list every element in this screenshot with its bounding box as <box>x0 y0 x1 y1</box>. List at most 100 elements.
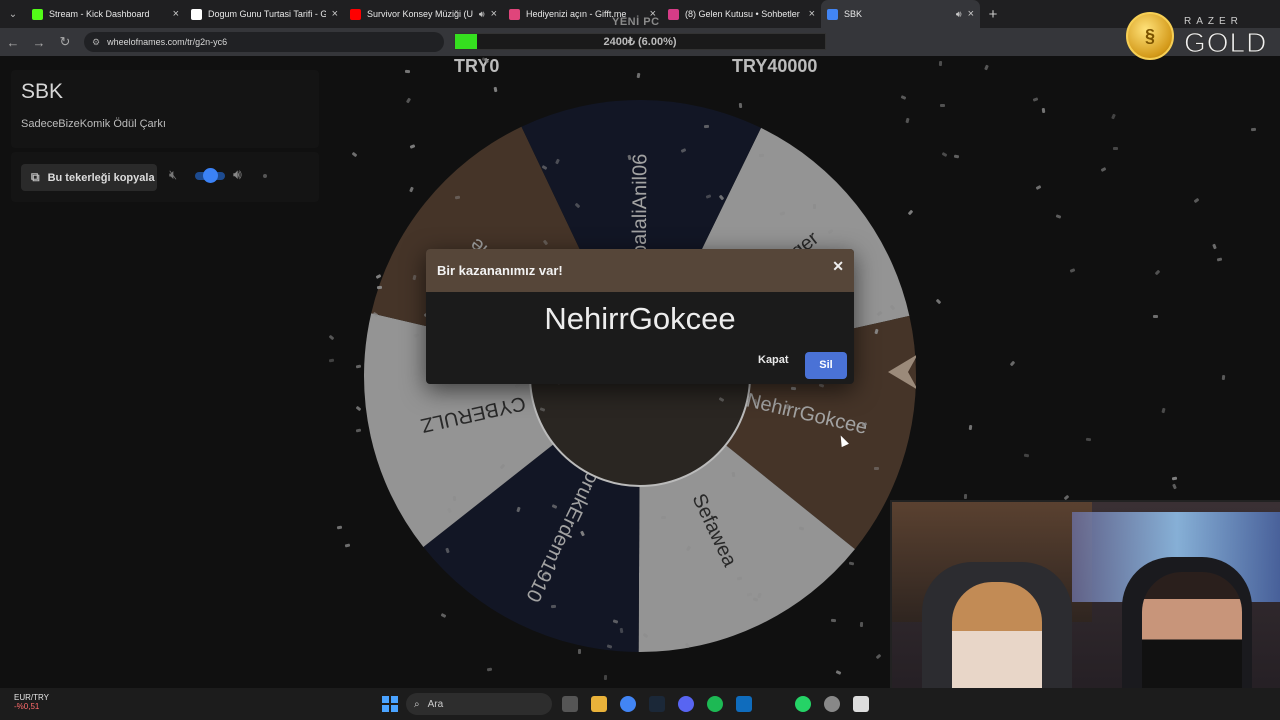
tab-close-icon[interactable]: × <box>968 8 974 20</box>
confetti-particle <box>1171 483 1177 490</box>
windows-start-icon[interactable] <box>382 696 398 712</box>
confetti-particle <box>1032 97 1039 103</box>
confetti-particle <box>356 428 362 433</box>
confetti-particle <box>984 64 990 71</box>
confetti-particle <box>1100 166 1107 172</box>
browser-tab[interactable]: Stream - Kick Dashboard × <box>26 0 185 28</box>
confetti-particle <box>835 669 842 675</box>
currency-widget[interactable]: EUR/TRY -%0,51 <box>14 693 49 711</box>
tab-title: SBK <box>844 9 863 19</box>
tab-favicon-icon <box>32 8 43 20</box>
confetti-particle <box>935 298 941 305</box>
browser-tab[interactable]: Survivor Konsey Müziği (U 🔊︎ × <box>344 0 503 28</box>
confetti-particle <box>1160 408 1166 414</box>
browser-tab[interactable]: SBK 🔊︎ × <box>821 0 980 28</box>
copy-icon: ⧉ <box>31 170 40 184</box>
razer-coin-icon: § <box>1126 12 1174 60</box>
confetti-particle <box>661 515 667 520</box>
goal-progress-bar: 2400₺ (6.00%) <box>454 33 826 50</box>
confetti-particle <box>637 72 641 79</box>
confetti-particle <box>875 653 882 660</box>
winner-dialog-header: Bir kazananımız var! <box>426 249 854 292</box>
browser-tab[interactable]: Dogum Gunu Turtasi Tarifi - Git × <box>185 0 344 28</box>
winner-dialog-title: Bir kazananımız var! <box>437 263 563 278</box>
copy-wheel-label: Bu tekerleği kopyala <box>47 171 155 184</box>
tab-close-icon[interactable]: × <box>332 8 338 20</box>
outlook-icon[interactable] <box>736 696 752 712</box>
tab-close-icon[interactable]: × <box>809 8 815 20</box>
tab-title: Survivor Konsey Müziği (U <box>367 9 473 19</box>
confetti-particle <box>736 576 743 581</box>
confetti-particle <box>813 203 817 209</box>
confetti-particle <box>1222 374 1226 381</box>
confetti-particle <box>1055 214 1061 220</box>
wheel-info-card: SBK SadeceBizeKomik Ödül Çarkı <box>11 70 319 148</box>
tab-audio-icon[interactable]: 🔊︎ <box>956 9 962 20</box>
volume-slider-handle[interactable] <box>203 168 218 183</box>
discord-icon[interactable] <box>678 696 694 712</box>
browser-tab[interactable]: (8) Gelen Kutusu • Sohbetler × <box>662 0 821 28</box>
confetti-particle <box>1152 314 1158 318</box>
confetti-particle <box>619 627 624 634</box>
confetti-particle <box>1250 127 1257 132</box>
confetti-particle <box>336 525 343 530</box>
confetti-particle <box>1154 269 1161 275</box>
confetti-particle <box>1111 113 1116 120</box>
tab-title: Stream - Kick Dashboard <box>49 9 150 19</box>
close-button[interactable]: Kapat <box>758 354 789 366</box>
volume-up-icon[interactable]: 🔊︎ <box>233 166 242 183</box>
new-tab-button[interactable]: + <box>980 6 1006 23</box>
taskbar-search[interactable]: ⌕ Ara <box>406 693 552 715</box>
tab-close-icon[interactable]: × <box>491 8 497 20</box>
webcam-feed <box>890 500 1280 720</box>
reload-icon[interactable]: ↻ <box>58 34 72 50</box>
confetti-particle <box>344 543 350 548</box>
steam-icon[interactable] <box>649 696 665 712</box>
confetti-particle <box>1069 267 1076 273</box>
confetti-particle <box>747 592 753 597</box>
close-icon[interactable]: ✕ <box>832 258 844 275</box>
confetti-particle <box>404 69 411 74</box>
task-view-icon[interactable] <box>562 696 578 712</box>
tab-title: Dogum Gunu Turtasi Tarifi - Git <box>208 9 326 19</box>
file-explorer-icon[interactable] <box>591 696 607 712</box>
mute-icon[interactable]: 🔇︎ <box>169 167 177 183</box>
confetti-particle <box>355 405 362 411</box>
tab-audio-icon[interactable]: 🔊︎ <box>479 9 485 20</box>
goal-progress-text: 2400₺ (6.00%) <box>603 36 677 48</box>
confetti-particle <box>1217 257 1223 262</box>
confetti-particle <box>351 151 358 157</box>
confetti-particle <box>487 667 493 672</box>
whatsapp-icon[interactable] <box>795 696 811 712</box>
back-icon[interactable]: ← <box>6 35 20 50</box>
confetti-particle <box>1171 476 1178 481</box>
tab-search-icon[interactable]: ⌄ <box>0 0 26 28</box>
chatgpt-icon[interactable] <box>824 696 840 712</box>
wheel-controls-card: ⧉ Bu tekerleği kopyala 🔇︎ 🔊︎ <box>11 152 319 202</box>
confetti-particle <box>1041 107 1046 114</box>
tab-title: (8) Gelen Kutusu • Sohbetler <box>685 9 800 19</box>
app-icon[interactable] <box>853 696 869 712</box>
try-min-label: TRY0 <box>454 56 500 76</box>
spotify-icon[interactable] <box>707 696 723 712</box>
confetti-particle <box>1113 147 1119 151</box>
forward-icon[interactable]: → <box>32 35 46 50</box>
wheel-subtitle: SadeceBizeKomik Ödül Çarkı <box>21 118 166 130</box>
delete-button[interactable]: Sil <box>805 352 847 379</box>
razer-gold-logo: § RAZER GOLD <box>1126 12 1276 62</box>
tab-favicon-icon <box>509 8 520 20</box>
confetti-particle <box>874 466 880 470</box>
confetti-particle <box>963 494 967 500</box>
winner-dialog: Bir kazananımız var! ✕ NehirrGokcee Kapa… <box>426 249 854 384</box>
tab-close-icon[interactable]: × <box>173 8 179 20</box>
tab-favicon-icon <box>350 8 361 20</box>
search-icon: ⌕ <box>414 698 420 710</box>
confetti-particle <box>328 335 335 341</box>
address-bar[interactable]: ⚙ wheelofnames.com/tr/g2n-yc6 <box>84 32 444 52</box>
more-dot <box>263 174 267 178</box>
copy-wheel-button[interactable]: ⧉ Bu tekerleği kopyala <box>21 164 157 191</box>
site-info-icon[interactable]: ⚙ <box>92 37 100 48</box>
chrome-icon[interactable] <box>620 696 636 712</box>
try-max-label: TRY40000 <box>732 56 818 76</box>
confetti-particle <box>938 60 942 66</box>
